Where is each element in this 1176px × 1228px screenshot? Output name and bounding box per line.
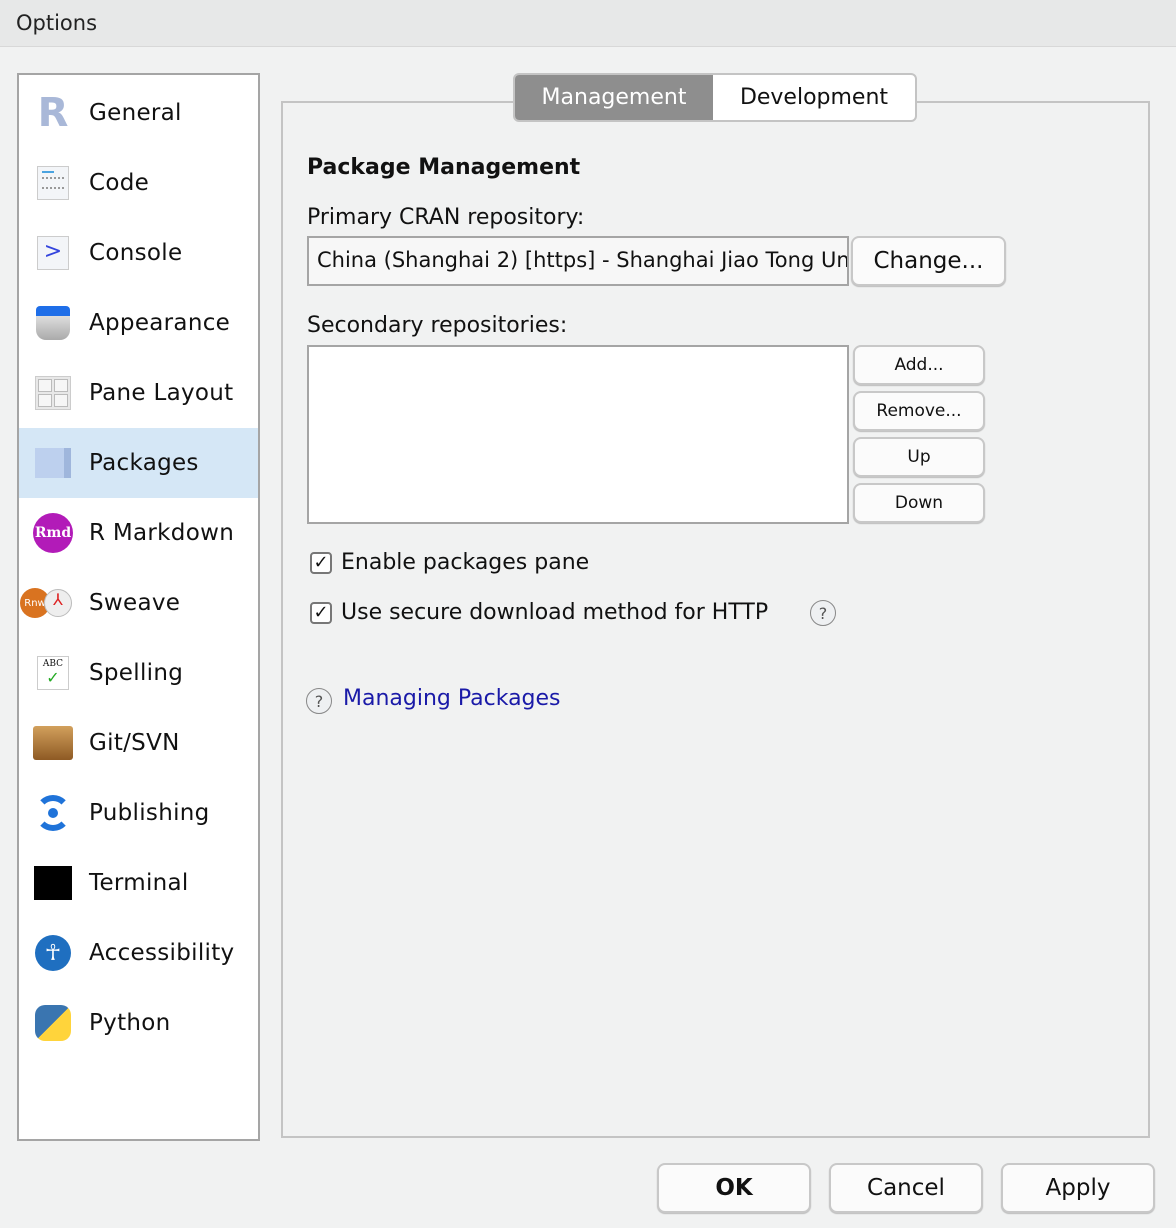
remove-button[interactable]: Remove... bbox=[853, 391, 985, 431]
sidebar-item-label: Appearance bbox=[89, 310, 231, 336]
enable-packages-label: Enable packages pane bbox=[341, 550, 590, 575]
tab-bar: Management Development bbox=[513, 73, 917, 122]
section-heading: Package Management bbox=[307, 155, 581, 180]
change-button[interactable]: Change... bbox=[851, 236, 1006, 286]
sidebar-item-label: Accessibility bbox=[89, 940, 235, 966]
options-sidebar: R General Code > Console Appearance Pane Layou… bbox=[17, 73, 260, 1141]
code-icon bbox=[33, 163, 73, 203]
sidebar-item-accessibility[interactable]: ☥ Accessibility bbox=[19, 918, 258, 988]
sidebar-item-label: Git/SVN bbox=[89, 730, 180, 756]
sidebar-item-spelling[interactable]: ABC ✓ Spelling bbox=[19, 638, 258, 708]
python-icon bbox=[33, 1003, 73, 1043]
console-icon: > bbox=[33, 233, 73, 273]
git-box-icon bbox=[33, 723, 73, 763]
primary-repo-label: Primary CRAN repository: bbox=[307, 205, 585, 230]
sidebar-item-label: Console bbox=[89, 240, 183, 266]
ok-button[interactable]: OK bbox=[657, 1163, 811, 1213]
sidebar-item-r-markdown[interactable]: Rmd R Markdown bbox=[19, 498, 258, 568]
cancel-button[interactable]: Cancel bbox=[829, 1163, 983, 1213]
sidebar-item-code[interactable]: Code bbox=[19, 148, 258, 218]
sidebar-item-python[interactable]: Python bbox=[19, 988, 258, 1058]
paint-bucket-icon bbox=[33, 303, 73, 343]
secure-download-label: Use secure download method for HTTP bbox=[341, 600, 769, 625]
sidebar-item-terminal[interactable]: Terminal bbox=[19, 848, 258, 918]
primary-repo-field[interactable]: China (Shanghai 2) [https] - Shanghai Ji… bbox=[307, 236, 849, 286]
sidebar-item-label: R Markdown bbox=[89, 520, 235, 546]
sidebar-item-label: Spelling bbox=[89, 660, 184, 686]
help-icon[interactable]: ? bbox=[810, 600, 836, 626]
up-button[interactable]: Up bbox=[853, 437, 985, 477]
rmd-icon: Rmd bbox=[33, 513, 73, 553]
sidebar-item-git-svn[interactable]: Git/SVN bbox=[19, 708, 258, 778]
spelling-icon: ABC ✓ bbox=[33, 653, 73, 693]
sidebar-item-console[interactable]: > Console bbox=[19, 218, 258, 288]
help-icon: ? bbox=[306, 688, 332, 714]
sidebar-item-label: Sweave bbox=[89, 590, 181, 616]
sidebar-item-sweave[interactable]: Rnw ⅄ Sweave bbox=[19, 568, 258, 638]
sidebar-item-appearance[interactable]: Appearance bbox=[19, 288, 258, 358]
enable-packages-checkbox[interactable]: ✓ bbox=[310, 552, 332, 574]
add-button[interactable]: Add... bbox=[853, 345, 985, 385]
packages-panel: Package Management Primary CRAN reposito… bbox=[281, 101, 1150, 1138]
sidebar-item-label: Code bbox=[89, 170, 150, 196]
sidebar-item-packages[interactable]: Packages bbox=[19, 428, 258, 498]
sidebar-item-label: Terminal bbox=[89, 870, 189, 896]
secondary-repo-label: Secondary repositories: bbox=[307, 313, 568, 338]
sidebar-item-label: Pane Layout bbox=[89, 380, 234, 406]
sidebar-item-label: Python bbox=[89, 1010, 171, 1036]
sidebar-item-label: General bbox=[89, 100, 182, 126]
package-icon bbox=[33, 443, 73, 483]
tab-development[interactable]: Development bbox=[713, 75, 915, 120]
terminal-icon bbox=[33, 863, 73, 903]
window-title: Options bbox=[16, 11, 98, 35]
accessibility-icon: ☥ bbox=[33, 933, 73, 973]
secondary-repo-list[interactable] bbox=[307, 345, 849, 524]
managing-packages-link[interactable]: Managing Packages bbox=[343, 686, 561, 711]
sidebar-item-pane-layout[interactable]: Pane Layout bbox=[19, 358, 258, 428]
title-bar: Options bbox=[0, 0, 1176, 47]
sidebar-item-label: Publishing bbox=[89, 800, 210, 826]
apply-button[interactable]: Apply bbox=[1001, 1163, 1155, 1213]
r-logo-icon: R bbox=[37, 90, 69, 136]
pane-layout-icon bbox=[33, 373, 73, 413]
tab-management[interactable]: Management bbox=[515, 75, 713, 120]
sidebar-item-general[interactable]: R General bbox=[19, 78, 258, 148]
publishing-icon bbox=[33, 793, 73, 833]
sidebar-item-publishing[interactable]: Publishing bbox=[19, 778, 258, 848]
down-button[interactable]: Down bbox=[853, 483, 985, 523]
sidebar-item-label: Packages bbox=[89, 450, 199, 476]
secure-download-checkbox[interactable]: ✓ bbox=[310, 602, 332, 624]
sweave-icon: Rnw ⅄ bbox=[20, 583, 73, 623]
